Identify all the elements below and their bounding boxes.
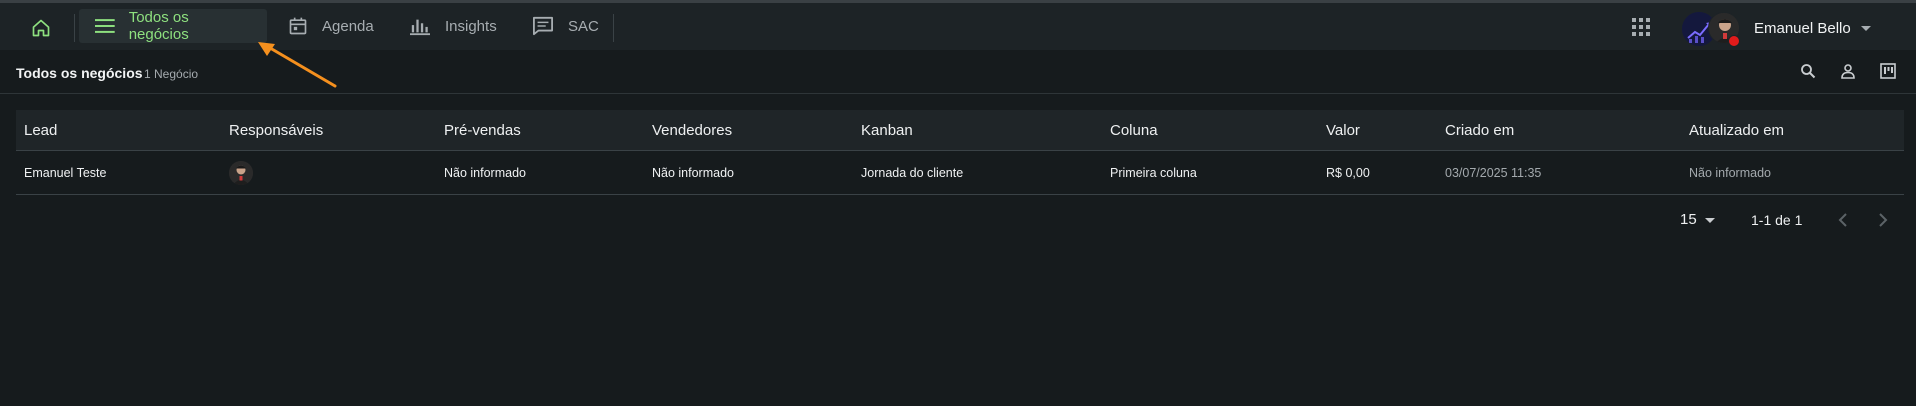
person-filter-icon[interactable] bbox=[1840, 63, 1856, 79]
menu-icon bbox=[95, 19, 115, 33]
search-icon[interactable] bbox=[1800, 63, 1816, 79]
status-indicator bbox=[1728, 35, 1740, 47]
nav-label: Insights bbox=[445, 17, 497, 35]
responsible-avatar bbox=[229, 161, 253, 185]
column-header-coluna[interactable]: Coluna bbox=[1110, 122, 1158, 139]
page-size-value: 15 bbox=[1680, 211, 1697, 228]
column-header-criado-em[interactable]: Criado em bbox=[1445, 122, 1514, 139]
nav-label: Todos os negócios bbox=[128, 9, 189, 43]
nav-label: SAC bbox=[568, 17, 599, 35]
cell-valor: R$ 0,00 bbox=[1326, 166, 1370, 180]
column-header-lead[interactable]: Lead bbox=[24, 122, 57, 139]
column-header-pre-vendas[interactable]: Pré-vendas bbox=[444, 122, 521, 139]
nav-sac[interactable]: SAC bbox=[516, 9, 615, 43]
nav-agenda[interactable]: Agenda bbox=[272, 9, 390, 43]
cell-atualizado-em: Não informado bbox=[1689, 166, 1771, 180]
table-header: Lead Responsáveis Pré-vendas Vendedores … bbox=[16, 110, 1904, 151]
nav-divider bbox=[74, 14, 75, 42]
calendar-icon bbox=[289, 17, 307, 35]
nav-todos-os-negocios[interactable]: Todos os negócios bbox=[79, 9, 267, 43]
cell-vendedores: Não informado bbox=[652, 166, 734, 180]
nav-insights[interactable]: Insights bbox=[393, 9, 513, 43]
nav-label: Agenda bbox=[322, 17, 374, 35]
nav-divider bbox=[613, 14, 614, 42]
cell-lead: Emanuel Teste bbox=[24, 166, 107, 180]
home-button[interactable] bbox=[22, 11, 60, 45]
bar-chart-icon bbox=[410, 19, 430, 36]
page-header: Todos os negócios 1 Negócio bbox=[0, 50, 1916, 94]
page-title: Todos os negócios bbox=[16, 65, 143, 81]
cell-pre-vendas: Não informado bbox=[444, 166, 526, 180]
deal-count: 1 Negócio bbox=[144, 67, 199, 81]
cell-kanban: Jornada do cliente bbox=[861, 166, 964, 180]
pagination-range: 1-1 de 1 bbox=[1751, 212, 1803, 228]
chevron-down-icon bbox=[1704, 217, 1715, 223]
next-page-icon[interactable] bbox=[1876, 210, 1890, 230]
deals-table: Lead Responsáveis Pré-vendas Vendedores … bbox=[16, 110, 1904, 195]
column-header-atualizado-em[interactable]: Atualizado em bbox=[1689, 122, 1784, 139]
kanban-view-icon[interactable] bbox=[1880, 63, 1896, 79]
chat-icon bbox=[533, 16, 553, 36]
column-header-kanban[interactable]: Kanban bbox=[861, 122, 913, 139]
column-header-valor[interactable]: Valor bbox=[1326, 122, 1360, 139]
column-header-responsaveis[interactable]: Responsáveis bbox=[229, 122, 323, 139]
cell-criado-em: 03/07/2025 11:35 bbox=[1445, 166, 1542, 180]
page-size-select[interactable]: 15 bbox=[1680, 211, 1717, 228]
user-name[interactable]: Emanuel Bello bbox=[1754, 20, 1851, 37]
chevron-down-icon[interactable] bbox=[1860, 25, 1872, 33]
apps-grid-icon[interactable] bbox=[1632, 18, 1650, 36]
column-header-vendedores[interactable]: Vendedores bbox=[652, 122, 732, 139]
table-row[interactable]: Emanuel Teste Não informado Não informad… bbox=[16, 151, 1904, 195]
home-icon bbox=[32, 19, 50, 37]
user-avatar-group[interactable] bbox=[1682, 11, 1742, 47]
cell-coluna: Primeira coluna bbox=[1110, 166, 1197, 180]
top-navigation-bar: Todos os negócios Agenda Insights SAC Em… bbox=[0, 3, 1916, 50]
previous-page-icon[interactable] bbox=[1836, 210, 1850, 230]
